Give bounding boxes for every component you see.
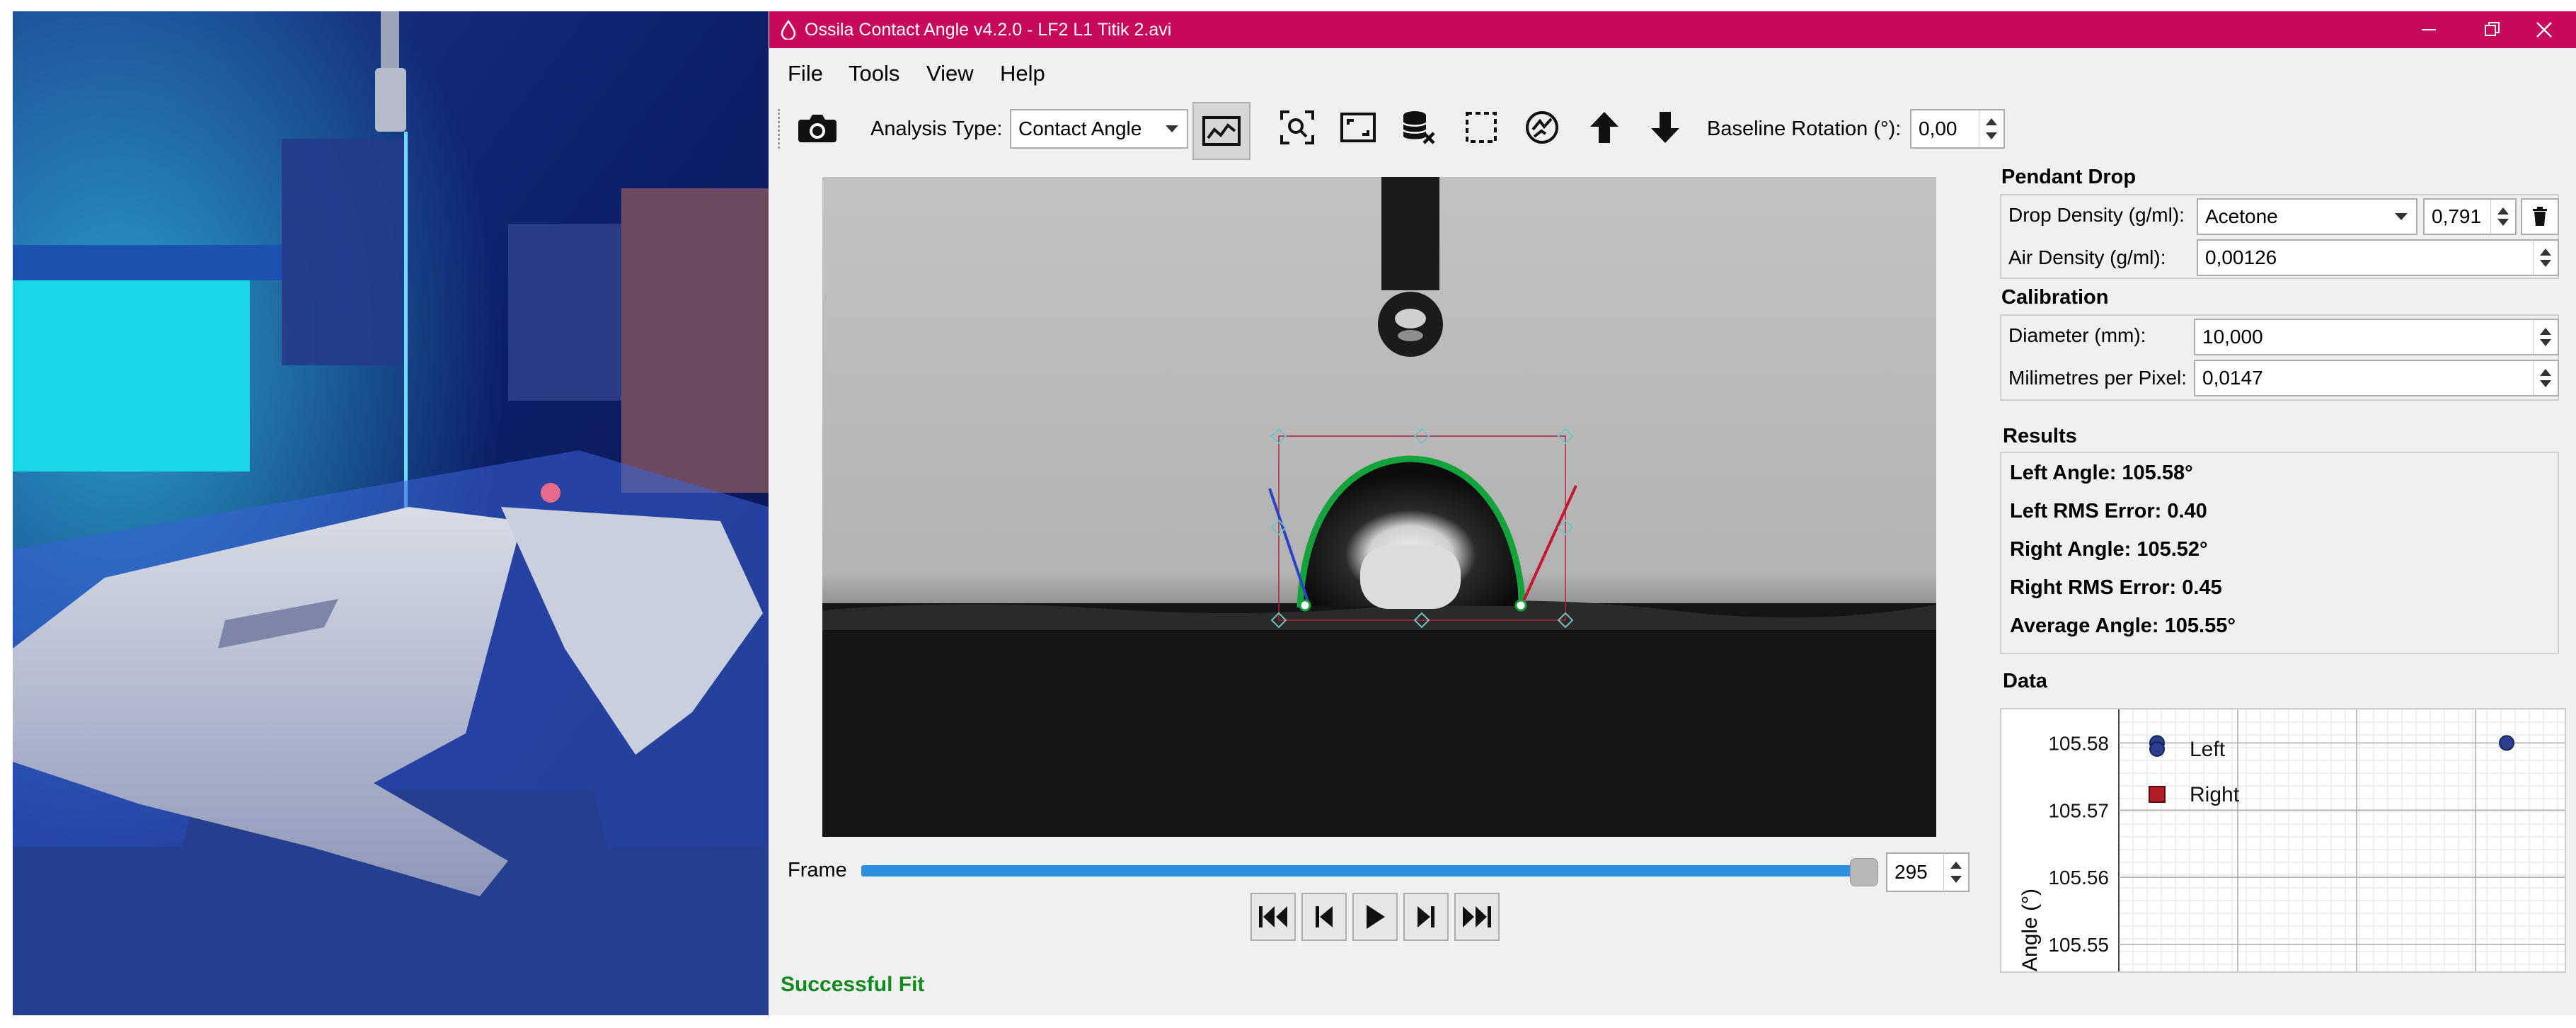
minimize-icon[interactable] — [2397, 11, 2461, 48]
spin-buttons[interactable] — [2490, 200, 2515, 234]
setup-photo-image — [13, 11, 769, 1015]
baseline-rotation-label: Baseline Rotation (°): — [1707, 118, 1902, 140]
auto-fit-icon[interactable] — [1519, 105, 1565, 150]
average-angle-result: Average Angle: 105.55° — [2010, 615, 2236, 637]
status-message: Successful Fit — [781, 973, 925, 996]
chart-minor-grid — [2118, 709, 2565, 971]
crop-frame-icon[interactable] — [1335, 105, 1381, 150]
data-title: Data — [2003, 670, 2047, 692]
baseline-rotation-spinbox[interactable]: 0,00 — [1910, 109, 2005, 149]
spin-buttons[interactable] — [2533, 361, 2558, 395]
setup-photo — [13, 11, 769, 1015]
frame-spinbox[interactable]: 295 — [1886, 852, 1970, 892]
chart-major-grid — [2118, 709, 2565, 971]
results-title: Results — [2003, 425, 2077, 447]
left-rms-result: Left RMS Error: 0.40 — [2010, 500, 2207, 522]
left-angle-result: Left Angle: 105.58° — [2010, 462, 2193, 484]
drop-density-value: 0,791 — [2432, 205, 2482, 227]
mm-per-pixel-spinbox[interactable]: 0,0147 — [2194, 360, 2559, 396]
droplet-icon — [781, 20, 796, 40]
frame-label: Frame — [788, 859, 847, 881]
fit-line-icon[interactable] — [1192, 102, 1250, 160]
trash-icon[interactable] — [2521, 198, 2559, 235]
title-bar: Ossila Contact Angle v4.2.0 - LF2 L1 Tit… — [769, 11, 2576, 48]
close-icon[interactable] — [2512, 11, 2576, 48]
right-angle-result: Right Angle: 105.52° — [2010, 538, 2208, 561]
pendant-drop-title: Pendant Drop — [2001, 166, 2137, 188]
legend-right-marker — [2149, 786, 2166, 803]
analysis-type-select[interactable]: Contact Angle — [1010, 109, 1188, 149]
right-rms-result: Right RMS Error: 0.45 — [2010, 576, 2222, 599]
select-region-icon[interactable] — [1459, 105, 1504, 150]
y-tick-label: 105.57 — [2048, 799, 2109, 821]
air-density-spinbox[interactable]: 0,00126 — [2197, 239, 2559, 276]
legend-left-marker — [2149, 741, 2165, 757]
chart-legend: Left Right — [2149, 738, 2240, 806]
chart-y-label: Angle (°) — [2018, 889, 2042, 971]
chevron-down-icon — [1166, 125, 1178, 132]
chart-y-ticks: 105.58 105.57 105.56 105.55 — [2048, 732, 2109, 956]
liquid-value: Acetone — [2205, 205, 2278, 227]
chevron-down-icon — [2395, 213, 2408, 220]
frame-slider-handle[interactable] — [1850, 858, 1878, 886]
arrow-down-icon[interactable] — [1643, 105, 1688, 150]
data-chart-svg: 105.58 105.57 105.56 105.55 Angle (°) Left R… — [2018, 709, 2565, 971]
spin-buttons[interactable] — [1979, 110, 2003, 147]
drop-density-spinbox[interactable]: 0,791 — [2423, 198, 2517, 235]
pendant-drop-group: Drop Density (g/ml): Acetone 0,791 Air D… — [2000, 194, 2559, 279]
menu-tools[interactable]: Tools — [849, 61, 899, 86]
data-chart[interactable]: 105.58 105.57 105.56 105.55 Angle (°) Left R… — [2000, 708, 2566, 973]
spin-buttons[interactable] — [1943, 854, 1968, 891]
menu-help[interactable]: Help — [1000, 61, 1045, 86]
diameter-spinbox[interactable]: 10,000 — [2194, 319, 2559, 355]
calibration-group: Diameter (mm): 10,000 Milimetres per Pix… — [2000, 314, 2559, 401]
legend-label: Left — [2190, 738, 2226, 761]
skip-to-start-icon[interactable] — [1250, 893, 1296, 941]
diameter-label: Diameter (mm): — [2008, 324, 2146, 346]
skip-to-end-icon[interactable] — [1454, 893, 1500, 941]
droplet-frame-image — [822, 177, 1936, 837]
air-density-label: Air Density (g/ml): — [2008, 246, 2166, 268]
spin-buttons[interactable] — [2533, 320, 2558, 354]
baseline-rotation-value: 0,00 — [1919, 118, 1957, 139]
mm-per-pixel-value: 0,0147 — [2202, 367, 2263, 389]
toolbar-grip — [778, 109, 783, 149]
frame-slider[interactable] — [861, 865, 1869, 876]
step-forward-icon[interactable] — [1403, 893, 1449, 941]
step-back-icon[interactable] — [1301, 893, 1347, 941]
camera-view[interactable] — [822, 177, 1936, 837]
y-tick-label: 105.56 — [2048, 867, 2109, 889]
menu-view[interactable]: View — [926, 61, 974, 86]
calibration-title: Calibration — [2001, 286, 2109, 309]
clear-data-icon[interactable] — [1396, 105, 1442, 150]
frame-value: 295 — [1894, 861, 1928, 883]
drop-density-label: Drop Density (g/ml): — [2008, 204, 2185, 226]
diameter-value: 10,000 — [2202, 326, 2263, 348]
zoom-search-icon[interactable] — [1275, 105, 1320, 150]
left-series-point — [2499, 735, 2514, 751]
legend-label: Right — [2190, 783, 2240, 806]
menu-bar: File Tools View Help — [769, 48, 2576, 91]
camera-icon[interactable] — [795, 105, 840, 150]
window-title: Ossila Contact Angle v4.2.0 - LF2 L1 Tit… — [805, 20, 1172, 40]
mm-per-pixel-label: Milimetres per Pixel: — [2008, 367, 2187, 389]
play-icon[interactable] — [1352, 893, 1398, 941]
liquid-select[interactable]: Acetone — [2197, 198, 2417, 235]
y-tick-label: 105.55 — [2048, 934, 2109, 956]
air-density-value: 0,00126 — [2205, 246, 2277, 268]
analysis-type-label: Analysis Type: — [870, 118, 1003, 140]
results-group: Left Angle: 105.58° Left RMS Error: 0.40… — [2000, 452, 2559, 654]
spin-buttons[interactable] — [2533, 241, 2558, 275]
contact-angle-app-window: Ossila Contact Angle v4.2.0 - LF2 L1 Tit… — [769, 11, 2576, 1015]
arrow-up-icon[interactable] — [1582, 105, 1627, 150]
y-tick-label: 105.58 — [2048, 732, 2109, 754]
analysis-type-value: Contact Angle — [1018, 118, 1142, 139]
toolbar: Analysis Type: Contact Angle Baseline Ro… — [769, 91, 2576, 173]
menu-file[interactable]: File — [788, 61, 823, 86]
